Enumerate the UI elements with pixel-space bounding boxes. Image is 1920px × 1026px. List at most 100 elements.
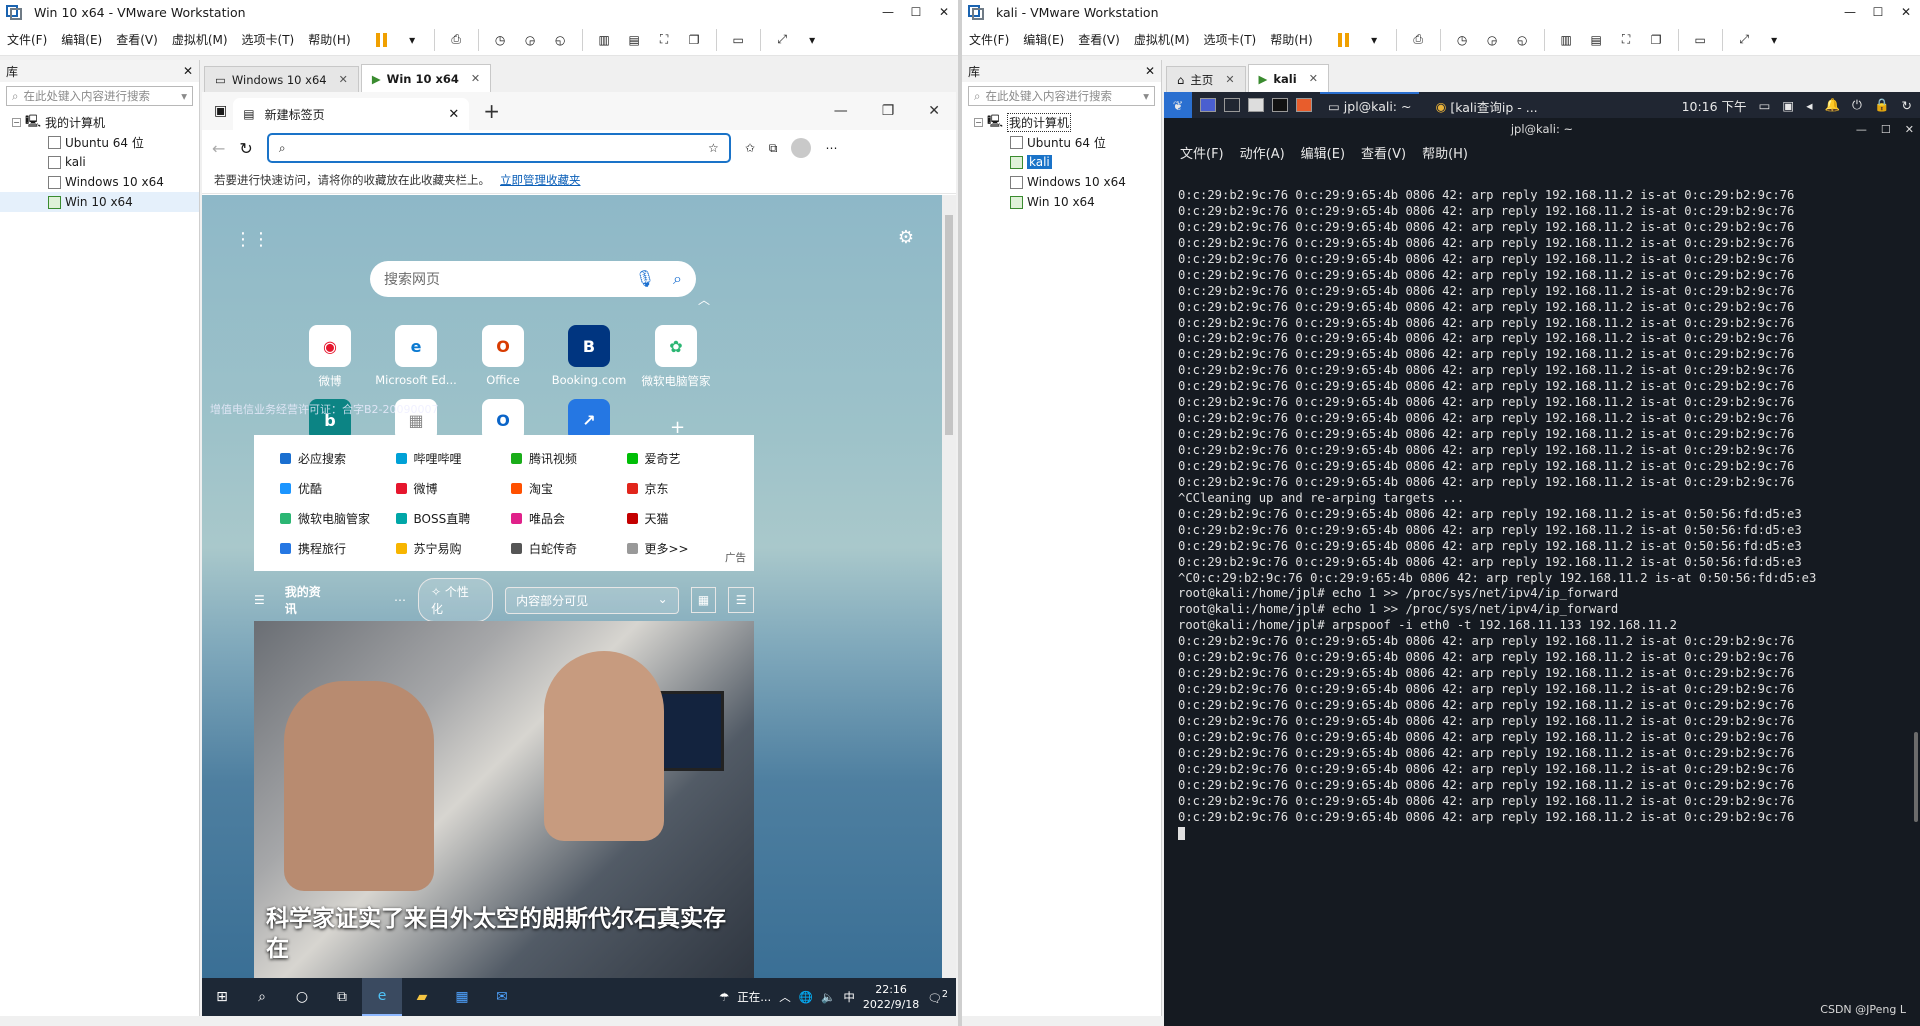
- tree-item-win10[interactable]: Win 10 x64: [0, 192, 199, 212]
- terminal-menu-actions[interactable]: 动作(A): [1240, 143, 1285, 162]
- unity-icon[interactable]: ❐: [1646, 29, 1667, 50]
- workspace-icon[interactable]: [1224, 98, 1240, 112]
- news-hero-card[interactable]: 科学家证实了来自外太空的朗斯代尔石真实存在: [254, 621, 754, 978]
- more-icon[interactable]: ⋯: [825, 141, 837, 155]
- tree-item-kali[interactable]: kali: [0, 152, 199, 172]
- tab-win10[interactable]: ▶ Win 10 x64 ✕: [360, 64, 492, 92]
- minimize-button[interactable]: —: [1836, 5, 1864, 19]
- quicklink-edge[interactable]: e Microsoft Ed...: [372, 325, 460, 387]
- tree-root[interactable]: − 🖳 我的计算机: [0, 112, 199, 132]
- list-view-icon[interactable]: ☰: [728, 587, 754, 613]
- thumbnail-view-icon[interactable]: ▤: [1586, 29, 1607, 50]
- scrollbar-thumb[interactable]: [945, 215, 953, 435]
- firefox-icon[interactable]: [1296, 98, 1312, 112]
- grid-view-icon[interactable]: ▦: [690, 587, 717, 613]
- snapshot-icon[interactable]: ◷: [1452, 29, 1473, 50]
- quicklink-booking[interactable]: B Booking.com: [545, 325, 633, 387]
- tree-root[interactable]: − 🖳 我的计算机: [962, 112, 1161, 132]
- library-search-input[interactable]: ⌕ 在此处键入内容进行搜索 ▾: [968, 86, 1155, 106]
- scrollbar-thumb[interactable]: [1914, 732, 1918, 822]
- ad-link[interactable]: 爱奇艺: [626, 443, 743, 473]
- library-search-input[interactable]: ⌕ 在此处键入内容进行搜索 ▾: [6, 86, 193, 106]
- pause-icon[interactable]: [1334, 29, 1355, 50]
- library-view-icon[interactable]: ▥: [594, 29, 615, 50]
- terminal-menu-help[interactable]: 帮助(H): [1422, 143, 1468, 162]
- store-icon[interactable]: ▦: [442, 978, 482, 1016]
- tree-item-kali[interactable]: kali: [962, 152, 1161, 172]
- menu-view[interactable]: 查看(V): [1071, 31, 1127, 48]
- terminal-output[interactable]: 0:c:29:b2:9c:76 0:c:29:9:65:4b 0806 42: …: [1178, 188, 1906, 1026]
- workspace-icon[interactable]: [1200, 98, 1216, 112]
- search-input[interactable]: 搜索网页 🎙 ⌕: [370, 261, 696, 297]
- notification-icon[interactable]: 🗨2: [927, 989, 948, 1005]
- ad-link[interactable]: 必应搜索: [280, 443, 396, 473]
- terminal-menu-view[interactable]: 查看(V): [1361, 143, 1406, 162]
- manage-favorites-link[interactable]: 立即管理收藏夹: [500, 172, 581, 188]
- collapse-icon[interactable]: −: [974, 117, 983, 127]
- menu-vm[interactable]: 虚拟机(M): [165, 31, 235, 48]
- explorer-icon[interactable]: ▰: [402, 978, 442, 1016]
- back-icon[interactable]: ←: [212, 139, 225, 158]
- chevron-down-icon[interactable]: ▾: [1364, 29, 1385, 50]
- lock-icon[interactable]: 🔒: [1874, 97, 1890, 113]
- tab-windows10[interactable]: ▭ Windows 10 x64 ✕: [204, 66, 359, 92]
- close-button[interactable]: ✕: [1892, 5, 1920, 19]
- kali-menu-icon[interactable]: ❦: [1164, 92, 1192, 118]
- kali-guest-screen[interactable]: ❦ ▭ jpl@kali: ~ ◉ [kali查询ip - ... 10:16 …: [1164, 92, 1920, 1026]
- mail-icon[interactable]: ✉: [482, 978, 522, 1016]
- chevron-down-icon[interactable]: ▾: [1143, 89, 1149, 103]
- tree-item-windows10[interactable]: Windows 10 x64: [0, 172, 199, 192]
- chevron-up-icon[interactable]: ︿: [698, 291, 710, 308]
- terminal-menu-edit[interactable]: 编辑(E): [1301, 143, 1345, 162]
- console-icon[interactable]: ▭: [728, 29, 749, 50]
- address-bar[interactable]: ⌕ ☆: [266, 133, 731, 163]
- ad-link[interactable]: 唯品会: [511, 503, 627, 533]
- network-icon[interactable]: 🌐: [799, 990, 813, 1004]
- taskbar-window-terminal[interactable]: ▭ jpl@kali: ~: [1320, 92, 1420, 118]
- maximize-button[interactable]: ☐: [1881, 123, 1891, 136]
- visibility-select[interactable]: 内容部分可见 ⌄: [505, 586, 679, 614]
- terminal-icon[interactable]: [1272, 98, 1288, 112]
- weather-text[interactable]: 正在...: [737, 989, 771, 1005]
- ad-link[interactable]: 优酷: [280, 473, 396, 503]
- monitor-icon[interactable]: ▣: [1782, 98, 1794, 113]
- tree-item-ubuntu[interactable]: Ubuntu 64 位: [962, 132, 1161, 152]
- new-tab-button[interactable]: +: [483, 99, 500, 123]
- personalize-button[interactable]: ✧ 个性化: [418, 578, 494, 622]
- gear-icon[interactable]: ⚙: [898, 227, 914, 248]
- profile-avatar[interactable]: [791, 138, 812, 158]
- power-icon[interactable]: ⏻: [1852, 97, 1862, 113]
- panel-clock[interactable]: 10:16 下午: [1682, 96, 1747, 115]
- ad-link[interactable]: 苏宁易购: [395, 533, 512, 563]
- collapse-icon[interactable]: −: [12, 117, 21, 127]
- minimize-button[interactable]: —: [1856, 123, 1867, 136]
- chevron-up-icon[interactable]: ︿: [779, 989, 791, 1005]
- refresh-icon[interactable]: ↻: [1902, 98, 1912, 113]
- search-icon[interactable]: ⌕: [673, 269, 682, 289]
- thumbnail-view-icon[interactable]: ▤: [624, 29, 645, 50]
- ad-link[interactable]: 腾讯视频: [511, 443, 627, 473]
- more-icon[interactable]: ⋯: [394, 593, 406, 607]
- weather-icon[interactable]: ☂: [719, 990, 729, 1004]
- unity-icon[interactable]: ❐: [684, 29, 705, 50]
- fullscreen-icon[interactable]: ⛶: [654, 29, 675, 50]
- stretch-icon[interactable]: ⤢: [1734, 29, 1755, 50]
- ad-link[interactable]: BOSS直聘: [395, 503, 512, 533]
- minimize-button[interactable]: —: [834, 103, 848, 119]
- close-icon[interactable]: ✕: [339, 73, 348, 86]
- snapshot-manager-icon[interactable]: ◵: [1512, 29, 1533, 50]
- tree-item-ubuntu[interactable]: Ubuntu 64 位: [0, 132, 199, 152]
- add-favorite-icon[interactable]: ☆: [708, 141, 719, 155]
- window-titlebar[interactable]: kali - VMware Workstation — ☐ ✕: [962, 0, 1920, 24]
- ad-link[interactable]: 哔哩哔哩: [395, 443, 512, 473]
- microphone-icon[interactable]: 🎙: [635, 269, 655, 289]
- tree-item-win10[interactable]: Win 10 x64: [962, 192, 1161, 212]
- edge-taskbar-icon[interactable]: e: [362, 978, 402, 1016]
- menu-file[interactable]: 文件(F): [0, 31, 54, 48]
- files-icon[interactable]: [1248, 98, 1264, 112]
- close-icon[interactable]: ✕: [1225, 73, 1234, 86]
- refresh-icon[interactable]: ↻: [239, 139, 252, 158]
- display-icon[interactable]: ▭: [1759, 98, 1771, 113]
- fullscreen-icon[interactable]: ⛶: [1616, 29, 1637, 50]
- quicklink-office[interactable]: O Office: [459, 325, 547, 387]
